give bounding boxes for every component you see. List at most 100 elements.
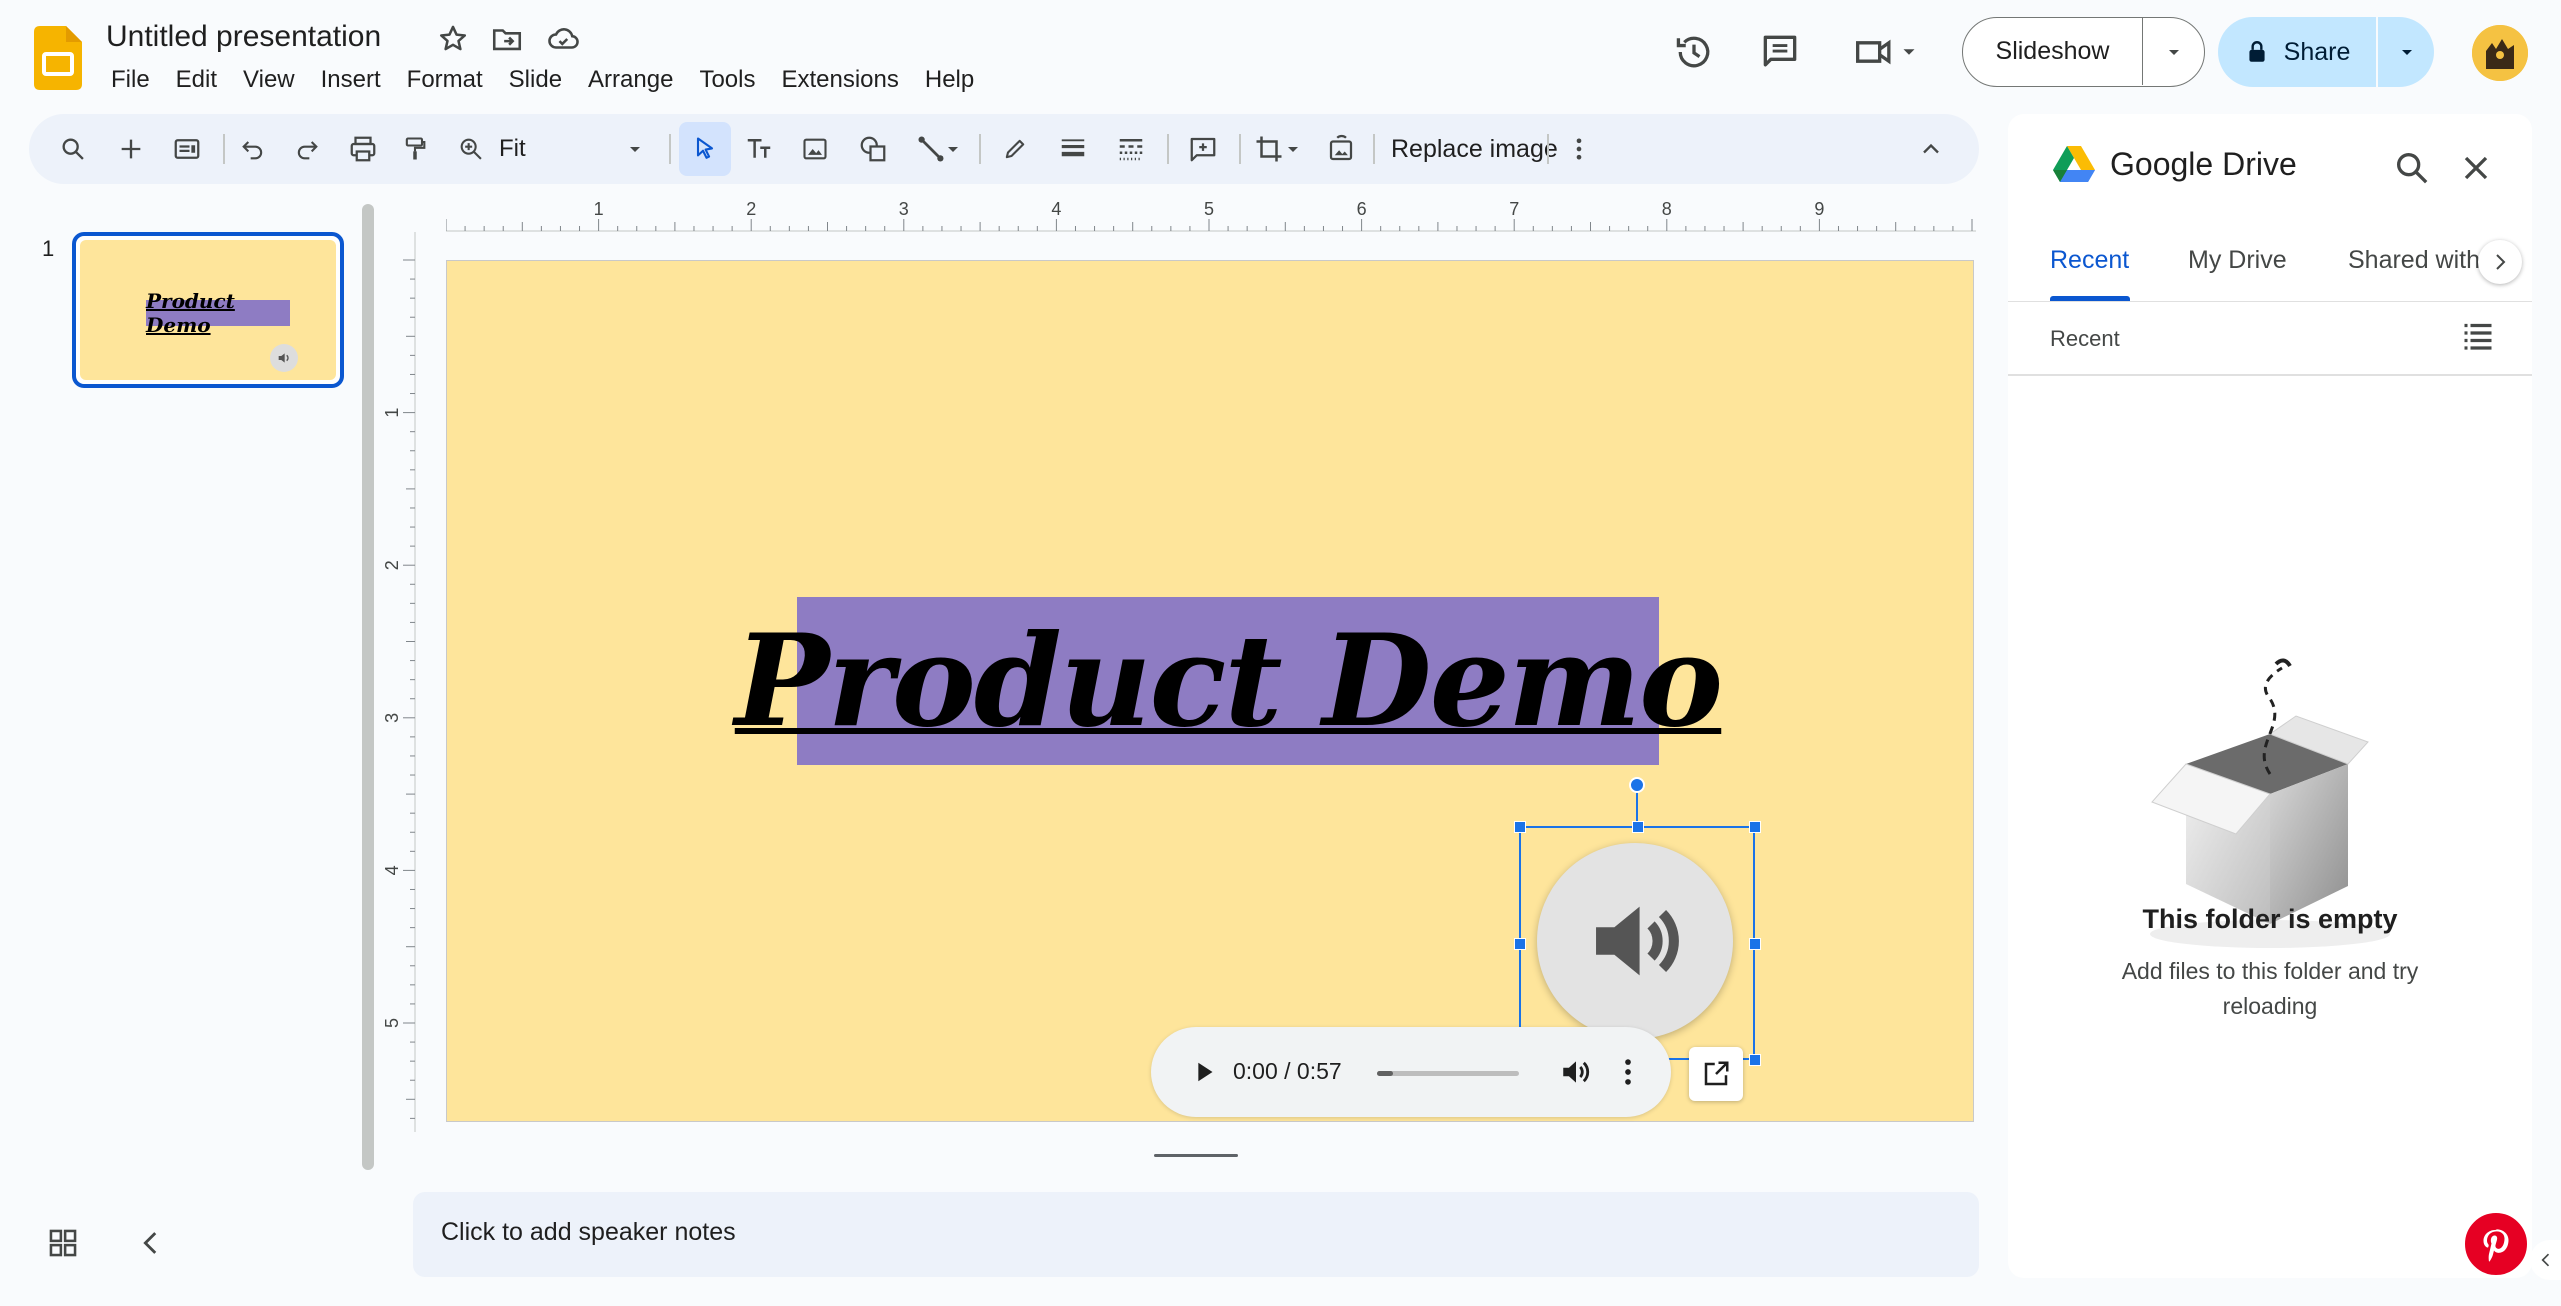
tabs-scroll-right-button[interactable] xyxy=(2478,240,2522,284)
border-dash-icon[interactable] xyxy=(1113,131,1149,167)
slides-logo-icon[interactable] xyxy=(34,26,82,90)
side-panel-toggle[interactable] xyxy=(2530,1240,2561,1280)
toolbar-divider xyxy=(223,134,225,164)
paint-format-icon[interactable] xyxy=(397,131,433,167)
slide-thumbnail-canvas: Product Demo xyxy=(80,240,336,380)
menu-view[interactable]: View xyxy=(230,62,308,98)
print-icon[interactable] xyxy=(345,131,381,167)
add-comment-icon[interactable] xyxy=(1185,131,1221,167)
chevron-down-icon xyxy=(630,147,640,152)
version-history-icon[interactable] xyxy=(1672,30,1716,74)
rotation-handle[interactable] xyxy=(1629,777,1645,793)
ruler-label: 3 xyxy=(384,713,402,723)
speaker-notes[interactable]: Click to add speaker notes xyxy=(413,1192,1979,1277)
playback-progress-bar[interactable] xyxy=(1377,1071,1519,1076)
zoom-icon[interactable] xyxy=(453,131,489,167)
star-icon[interactable] xyxy=(436,22,470,56)
menu-help[interactable]: Help xyxy=(912,62,987,98)
zoom-value: Fit xyxy=(499,135,526,162)
resize-handle-n[interactable] xyxy=(1632,821,1644,833)
hide-menus-chevron-up-icon[interactable] xyxy=(1913,131,1949,167)
zoom-select[interactable]: Fit xyxy=(499,131,659,167)
menu-extensions[interactable]: Extensions xyxy=(768,62,911,98)
share-button[interactable]: Share xyxy=(2218,17,2378,87)
menu-insert[interactable]: Insert xyxy=(308,62,394,98)
move-folder-icon[interactable] xyxy=(490,22,524,56)
more-vert-icon xyxy=(1625,1059,1631,1085)
slide-canvas[interactable]: Product Demo 0:00 / 0:57 xyxy=(446,260,1974,1122)
google-drive-panel: Google Drive Recent My Drive Shared with… xyxy=(2008,114,2532,1278)
search-menus-icon[interactable] xyxy=(55,131,91,167)
resize-handle-w[interactable] xyxy=(1514,938,1526,950)
chevron-down-icon xyxy=(948,147,958,152)
thumbnail-title: Product Demo xyxy=(146,289,290,337)
mask-image-dropdown[interactable] xyxy=(1281,131,1305,167)
pinterest-extension-button[interactable] xyxy=(2462,1210,2530,1278)
drive-tabs: Recent My Drive Shared with me xyxy=(2008,214,2532,302)
ruler-label: 5 xyxy=(1204,200,1214,219)
menu-arrange[interactable]: Arrange xyxy=(575,62,686,98)
slide-number: 1 xyxy=(42,236,55,261)
share-options-dropdown[interactable] xyxy=(2380,17,2434,87)
replace-image-button[interactable]: Replace image xyxy=(1391,131,1558,167)
slideshow-options-dropdown[interactable] xyxy=(2144,18,2204,85)
menu-file[interactable]: File xyxy=(98,62,163,98)
slide-thumbnail[interactable]: Product Demo xyxy=(72,232,344,388)
comments-icon[interactable] xyxy=(1758,30,1802,74)
resize-handle-e[interactable] xyxy=(1749,938,1761,950)
border-weight-icon[interactable] xyxy=(1055,131,1091,167)
undo-icon[interactable] xyxy=(235,131,271,167)
ruler-label: 3 xyxy=(899,200,909,219)
redo-icon[interactable] xyxy=(289,131,325,167)
lock-icon xyxy=(2249,41,2265,62)
open-in-new-icon xyxy=(1704,1061,1729,1086)
more-options-icon[interactable] xyxy=(1561,131,1597,167)
resize-handle-nw[interactable] xyxy=(1514,821,1526,833)
tab-recent[interactable]: Recent xyxy=(2050,246,2129,275)
slideshow-button[interactable]: Slideshow xyxy=(1963,18,2143,85)
menu-format[interactable]: Format xyxy=(394,62,496,98)
line-options-dropdown[interactable] xyxy=(941,131,965,167)
new-slide-icon[interactable] xyxy=(113,131,149,167)
border-color-icon[interactable] xyxy=(997,131,1033,167)
toolbar-divider xyxy=(1373,134,1375,164)
close-icon[interactable] xyxy=(2456,148,2496,188)
layout-icon[interactable] xyxy=(169,131,205,167)
playback-time: 0:00 / 0:57 xyxy=(1233,1058,1342,1084)
shape-icon[interactable] xyxy=(855,131,891,167)
select-tool-button[interactable] xyxy=(679,122,731,176)
search-icon[interactable] xyxy=(2392,148,2432,188)
volume-button[interactable] xyxy=(1559,1055,1593,1089)
ruler-label: 2 xyxy=(384,560,402,570)
reset-image-icon[interactable] xyxy=(1323,131,1359,167)
tab-my-drive[interactable]: My Drive xyxy=(2188,246,2287,275)
meet-icon[interactable] xyxy=(1852,30,1922,74)
collapse-filmstrip-icon[interactable] xyxy=(134,1226,168,1260)
playback-progress-fill xyxy=(1377,1071,1393,1076)
menu-tools[interactable]: Tools xyxy=(686,62,768,98)
horizontal-ruler: 1 2 3 4 5 6 7 8 9 xyxy=(446,200,1976,232)
grid-view-icon[interactable] xyxy=(46,1226,80,1260)
menu-edit[interactable]: Edit xyxy=(163,62,230,98)
play-button[interactable] xyxy=(1187,1055,1221,1089)
resize-handle-ne[interactable] xyxy=(1749,821,1761,833)
text-box-icon[interactable] xyxy=(741,131,777,167)
document-title[interactable]: Untitled presentation xyxy=(106,20,381,54)
open-in-new-button[interactable] xyxy=(1689,1047,1743,1101)
player-more-button[interactable] xyxy=(1611,1055,1645,1089)
menu-slide[interactable]: Slide xyxy=(496,62,575,98)
account-avatar[interactable] xyxy=(2472,25,2528,81)
filmstrip-scrollbar[interactable] xyxy=(362,204,374,1170)
active-tab-indicator xyxy=(2050,296,2130,301)
resize-handle-se[interactable] xyxy=(1749,1054,1761,1066)
cloud-saved-icon[interactable] xyxy=(546,22,580,56)
slide-title[interactable]: Product Demo xyxy=(735,607,1723,755)
list-view-icon[interactable] xyxy=(2460,318,2496,354)
title-text-box[interactable]: Product Demo xyxy=(735,597,1723,765)
insert-image-icon[interactable] xyxy=(797,131,833,167)
ruler-label: 5 xyxy=(384,1018,402,1028)
notes-resize-handle[interactable] xyxy=(1154,1154,1238,1157)
ruler-label: 1 xyxy=(594,200,604,219)
ruler-label: 6 xyxy=(1357,200,1367,219)
toolbar-divider xyxy=(1167,134,1169,164)
